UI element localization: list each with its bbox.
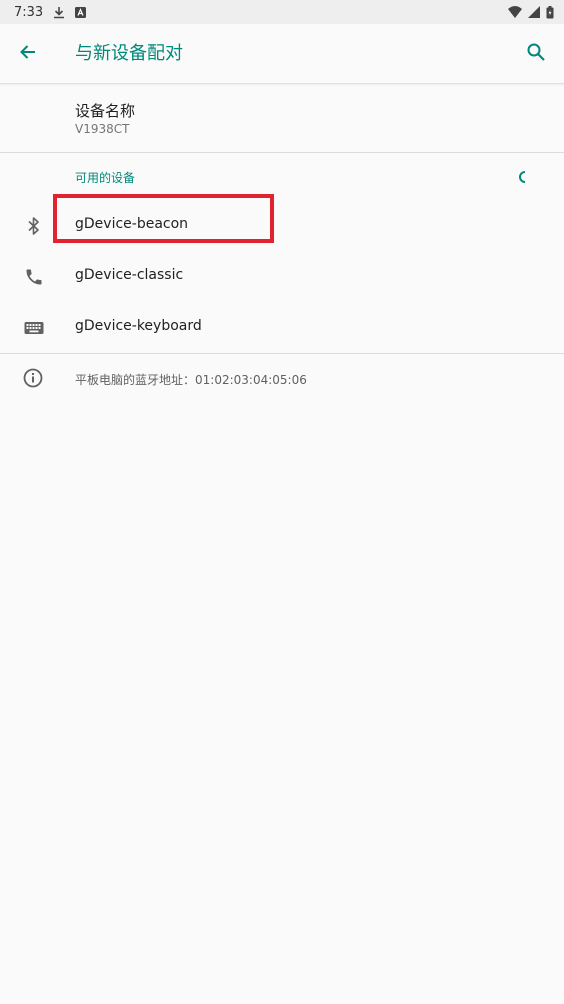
device-name-value: V1938CT xyxy=(75,122,130,136)
device-item-classic[interactable]: gDevice-classic xyxy=(0,251,564,302)
device-label: gDevice-keyboard xyxy=(75,318,202,334)
device-label: gDevice-classic xyxy=(75,267,184,283)
divider xyxy=(0,152,564,153)
app-bar: 与新设备配对 xyxy=(0,24,564,84)
back-button[interactable] xyxy=(8,32,48,76)
bluetooth-icon xyxy=(22,214,46,238)
arrow-back-icon xyxy=(18,42,38,66)
device-item-beacon[interactable]: gDevice-beacon xyxy=(0,200,564,251)
signal-icon xyxy=(528,6,540,18)
status-left: 7:33 xyxy=(14,4,87,20)
available-devices-header: 可用的设备 xyxy=(75,171,136,185)
keyboard-icon xyxy=(22,316,46,340)
device-item-keyboard[interactable]: gDevice-keyboard xyxy=(0,302,564,353)
status-time: 7:33 xyxy=(14,4,44,20)
download-icon xyxy=(53,6,65,19)
status-right xyxy=(508,5,554,19)
device-name-title: 设备名称 xyxy=(75,102,136,120)
page-title: 与新设备配对 xyxy=(75,43,183,64)
bluetooth-address-info: 平板电脑的蓝牙地址：01:02:03:04:05:06 xyxy=(0,354,564,404)
wifi-icon xyxy=(508,6,522,18)
device-label: gDevice-beacon xyxy=(75,216,189,232)
info-icon xyxy=(22,367,46,391)
device-name-row[interactable]: 设备名称 V1938CT xyxy=(0,84,564,152)
status-bar: 7:33 xyxy=(0,0,564,24)
bluetooth-address-text: 平板电脑的蓝牙地址：01:02:03:04:05:06 xyxy=(75,373,307,387)
phone-icon xyxy=(22,265,46,289)
notification-a-icon xyxy=(75,6,87,18)
battery-icon xyxy=(546,5,554,19)
loading-spinner-icon xyxy=(517,169,529,183)
search-button[interactable] xyxy=(514,32,558,76)
search-icon xyxy=(526,42,546,66)
